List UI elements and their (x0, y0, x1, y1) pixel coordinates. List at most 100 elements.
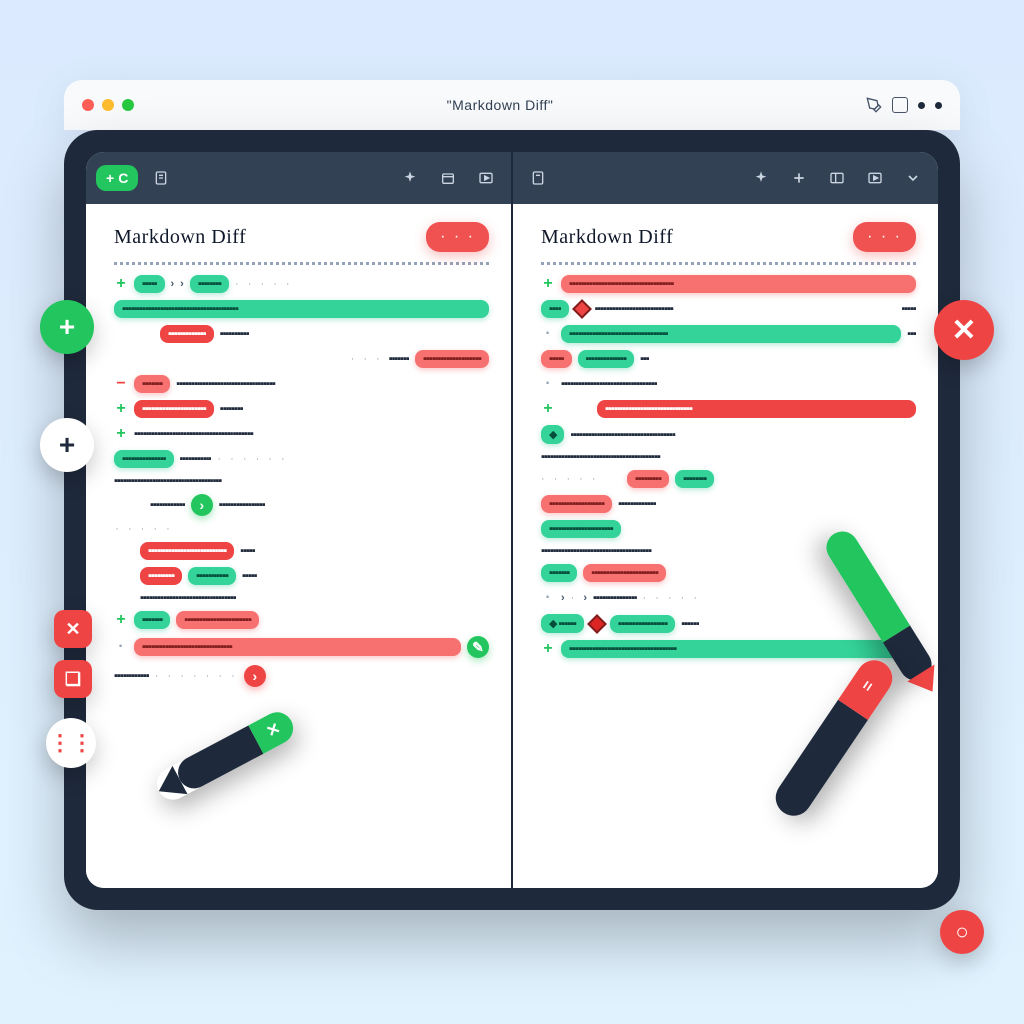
record-button[interactable]: ○ (940, 910, 984, 954)
context-text: ▪▪▪▪▪▪▪▪▪▪ (220, 328, 249, 340)
removed-text: ▪▪▪▪▪▪▪▪▪▪▪▪▪▪▪▪▪▪▪ (541, 495, 612, 513)
added-text: ▪▪▪▪▪▪▪▪ (675, 470, 714, 488)
bracket-icon: ❏ (65, 669, 81, 690)
removed-text: ▪▪▪▪▪▪▪▪▪▪▪▪▪▪▪▪▪▪▪▪ (415, 350, 489, 368)
document-icon[interactable] (146, 165, 176, 191)
diff-line: ▪▪▪▪▪▪▪▪▪▪▪▪▪▪▪▪▪▪▪▪▪▪ (541, 520, 916, 538)
ellipsis-icon: · · · · · (643, 592, 701, 604)
circle-icon: ○ (955, 919, 968, 945)
add-pill-button[interactable]: + C (96, 165, 138, 191)
plus-icon[interactable] (784, 165, 814, 191)
sparkle-icon[interactable] (746, 165, 776, 191)
diff-line: · ▪▪▪▪▪▪▪▪▪▪▪▪▪▪▪▪▪▪▪▪▪▪▪▪▪▪▪▪▪▪▪ ✎ (114, 636, 489, 658)
document-icon[interactable] (523, 165, 553, 191)
removed-text: ▪▪▪▪▪▪▪▪▪▪▪▪▪▪▪▪▪▪▪▪▪▪▪▪▪▪▪ (140, 542, 234, 560)
window-controls (82, 99, 134, 111)
add-marker-icon: + (541, 640, 555, 658)
ellipsis-icon: · · · · · (541, 473, 621, 485)
approve-icon[interactable]: › (191, 494, 213, 516)
added-text: ▪▪▪▪▪▪▪▪▪▪▪▪▪▪▪▪▪▪▪▪▪▪ (541, 520, 621, 538)
close-icon: ✕ (65, 619, 80, 640)
added-text: ▪▪▪▪▪▪▪ (134, 611, 170, 629)
diff-line: ▪▪▪▪▪▪▪▪▪▪▪▪▪▪▪▪▪▪▪▪▪▪▪▪▪▪▪▪▪▪▪▪▪ (114, 592, 489, 604)
removed-text: ▪▪▪▪▪▪▪▪▪▪▪▪▪▪▪▪▪▪▪▪▪▪ (134, 400, 214, 418)
add-change-button[interactable]: + (40, 300, 94, 354)
chevron-down-icon[interactable] (898, 165, 928, 191)
ellipsis-icon: · (571, 592, 578, 604)
added-text: ▪▪▪▪▪▪▪▪▪▪▪▪▪▪ (578, 350, 635, 368)
diff-line: · ▪▪▪▪▪▪▪▪▪▪▪▪▪▪▪▪▪▪▪▪▪▪▪▪▪▪▪▪▪▪▪▪▪ (541, 375, 916, 393)
context-text: ▪▪▪▪▪▪▪▪▪▪▪▪▪▪▪▪▪▪▪▪▪▪▪▪▪▪▪▪▪▪▪▪▪▪▪▪▪▪▪▪… (541, 451, 916, 463)
reject-icon[interactable]: › (244, 665, 266, 687)
panel-icon[interactable] (822, 165, 852, 191)
added-text: ▪▪▪▪▪▪▪▪▪▪▪ (188, 567, 236, 585)
ellipsis-icon: · · · · · (235, 278, 293, 290)
browser-right-controls (866, 97, 942, 113)
sparkle-icon[interactable] (395, 165, 425, 191)
reject-small-button[interactable]: ✕ (54, 610, 92, 648)
menu-dot-icon[interactable] (935, 102, 942, 109)
archive-icon[interactable] (433, 165, 463, 191)
divider (114, 262, 489, 265)
context-text: ▪▪▪▪▪▪▪▪▪▪▪▪▪▪▪▪▪▪▪▪▪▪▪▪▪▪▪▪▪▪▪▪▪▪ (176, 378, 489, 390)
device-frame: + C (64, 130, 960, 910)
more-actions-button[interactable]: ⋮⋮ (46, 718, 96, 768)
context-text: ▪▪▪▪▪ (242, 570, 257, 582)
neutral-marker-icon: · (114, 638, 128, 656)
context-text: ▪▪▪▪▪▪▪▪▪▪▪▪▪▪▪▪▪▪▪▪▪▪▪▪▪▪▪▪▪▪▪▪▪▪▪▪▪ (114, 475, 489, 487)
left-pane-title: Markdown Diff (114, 226, 246, 249)
added-text: ▪▪▪▪▪▪▪▪▪▪▪▪▪▪▪▪▪▪▪▪▪▪▪▪▪▪▪▪▪▪▪▪▪▪ (561, 325, 901, 343)
more-button[interactable]: · · · (853, 222, 916, 252)
arrow-icon: › (583, 592, 587, 604)
added-text: ◆ (541, 425, 564, 444)
context-text: ▪▪▪▪▪▪▪▪▪▪▪▪▪▪▪▪▪▪▪▪▪▪▪▪▪▪▪▪▪▪▪▪▪▪▪▪ (570, 429, 916, 441)
more-button[interactable]: · · · (426, 222, 489, 252)
left-pane: Markdown Diff · · · + ▪▪▪▪▪ › › ▪▪▪▪▪▪▪▪… (86, 204, 511, 888)
preview-icon[interactable] (860, 165, 890, 191)
maximize-window-icon[interactable] (122, 99, 134, 111)
toolbar-divider (511, 152, 513, 204)
added-text: ◆ ▪▪▪▪▪▪ (541, 614, 584, 633)
right-pane: Markdown Diff · · · + ▪▪▪▪▪▪▪▪▪▪▪▪▪▪▪▪▪▪… (511, 204, 938, 888)
removed-text: ▪▪▪▪▪ (541, 350, 572, 368)
close-icon: ✕ (951, 313, 976, 348)
diff-line: · · · · · (114, 523, 489, 535)
added-text: ▪▪▪▪▪ (134, 275, 165, 293)
pen-icon[interactable] (866, 97, 882, 113)
secondary-action-button[interactable]: ❏ (54, 660, 92, 698)
ellipsis-icon: · · · (351, 353, 383, 365)
remove-marker-icon: − (114, 375, 128, 393)
close-window-icon[interactable] (82, 99, 94, 111)
add-marker-icon: + (114, 425, 128, 443)
menu-dot-icon[interactable] (918, 102, 925, 109)
add-marker-icon: + (114, 400, 128, 418)
arrow-icon: › (561, 592, 565, 604)
arrow-icon: › (180, 278, 184, 290)
added-text: ▪▪▪▪▪▪▪▪▪▪▪▪▪▪▪▪▪▪▪▪▪▪▪▪▪▪▪▪▪▪▪▪▪▪▪▪▪ (561, 640, 916, 658)
panel-icon[interactable] (892, 97, 908, 113)
plus-icon: + (106, 170, 114, 186)
added-text: ▪▪▪▪▪▪▪▪▪▪▪▪▪▪▪▪▪▪▪▪▪▪▪▪▪▪▪▪▪▪▪▪▪▪▪▪▪▪▪▪ (114, 300, 489, 318)
divider (541, 262, 916, 265)
context-text: ▪▪▪▪▪▪▪▪▪▪▪▪▪▪▪ (593, 592, 637, 604)
preview-icon[interactable] (471, 165, 501, 191)
diff-line: ▪▪▪▪▪▪▪▪▪▪▪▪▪▪▪▪▪▪▪▪▪▪▪▪▪▪▪ ▪▪▪▪▪ (114, 542, 489, 560)
add-button[interactable]: + (40, 418, 94, 472)
context-text: ▪▪▪▪▪▪▪ (389, 353, 409, 365)
diff-line: + ▪▪▪▪▪▪▪▪▪▪▪▪▪▪▪▪▪▪▪▪▪▪▪▪▪▪▪▪▪▪▪▪▪▪▪▪ (541, 275, 916, 293)
added-text: ▪▪▪▪▪▪▪ (541, 564, 577, 582)
diff-line: + ▪▪▪▪▪▪▪ ▪▪▪▪▪▪▪▪▪▪▪▪▪▪▪▪▪▪▪▪▪▪▪ (114, 611, 489, 629)
context-text: ▪▪▪▪▪▪▪▪▪▪▪▪▪▪▪▪▪▪▪▪▪▪▪▪▪▪▪▪▪▪▪▪▪ (561, 378, 916, 390)
diff-line: ▪▪▪▪▪▪▪▪▪▪▪▪▪▪▪ ▪▪▪▪▪▪▪▪▪▪▪ · · · · · · (114, 450, 489, 468)
diff-line: · ▪▪▪▪▪▪▪▪▪▪▪▪▪▪▪▪▪▪▪▪▪▪▪▪▪▪▪▪▪▪▪▪▪▪ ▪▪▪ (541, 325, 916, 343)
removed-text: ▪▪▪▪▪▪▪▪▪▪▪▪▪▪▪▪▪▪▪▪▪▪▪ (176, 611, 259, 629)
add-marker-icon: + (114, 275, 128, 293)
approve-icon[interactable]: ✎ (467, 636, 489, 658)
context-text: ▪▪▪▪▪▪ (681, 618, 698, 630)
reject-change-button[interactable]: ✕ (934, 300, 994, 360)
minimize-window-icon[interactable] (102, 99, 114, 111)
app-toolbar: + C (86, 152, 938, 204)
plus-icon: + (59, 311, 75, 343)
right-pane-title: Markdown Diff (541, 226, 673, 249)
context-text: ▪▪▪ (907, 328, 916, 340)
